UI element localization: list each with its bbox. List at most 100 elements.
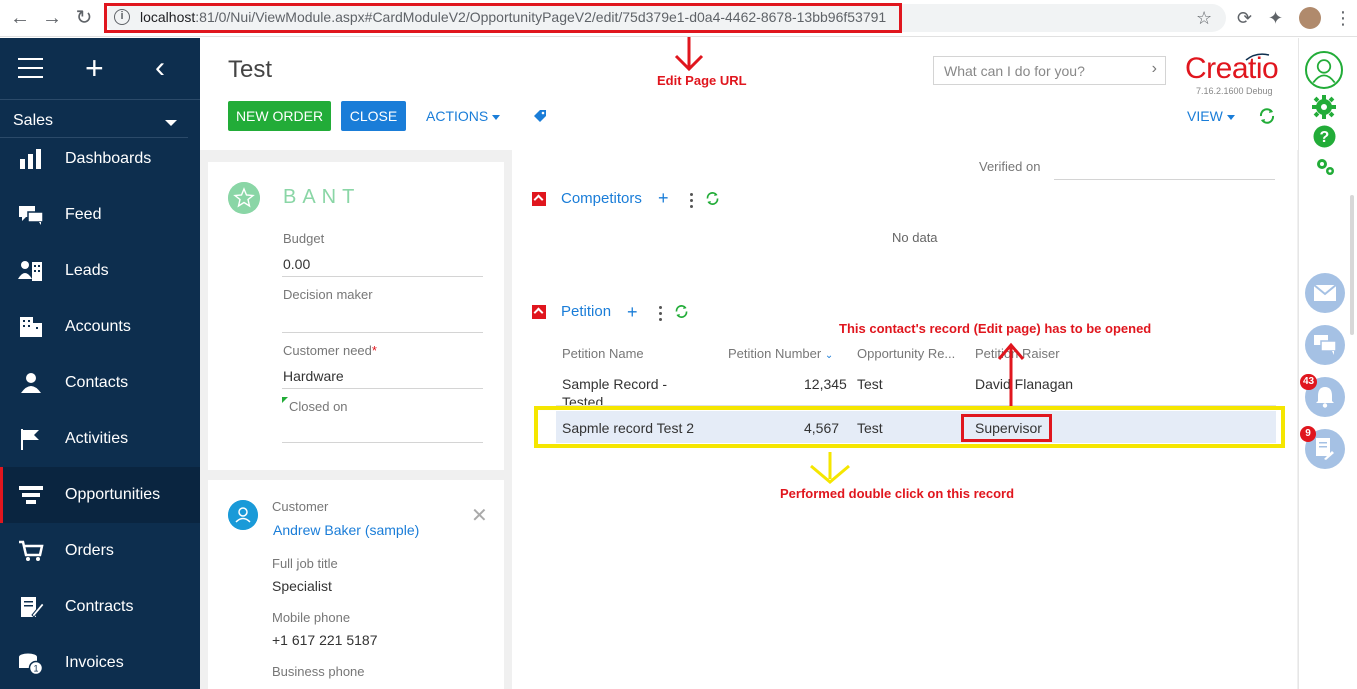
email-button[interactable]: [1305, 273, 1345, 313]
sidebar-item-opportunities[interactable]: Opportunities: [0, 467, 200, 523]
profile-icon[interactable]: [1305, 51, 1343, 89]
sidebar: + ‹ Sales Dashboards Feed Leads Accounts…: [0, 38, 200, 689]
customer-need-underline: [282, 388, 483, 389]
scrollbar[interactable]: [1350, 195, 1354, 335]
dashboards-icon: [20, 149, 41, 169]
customer-need-label-text: Customer need: [283, 343, 372, 358]
sidebar-item-feed[interactable]: Feed: [0, 187, 200, 243]
workplace-label: Sales: [13, 112, 54, 129]
arrow-down-annotation-icon: [674, 37, 704, 72]
refresh-icon[interactable]: [674, 304, 689, 319]
sidebar-item-contacts[interactable]: Contacts: [0, 355, 200, 411]
close-button[interactable]: CLOSE: [341, 101, 406, 131]
sidebar-item-label: Accounts: [65, 318, 131, 335]
tag-icon[interactable]: [533, 109, 547, 123]
plus-icon[interactable]: +: [85, 50, 104, 86]
accounts-icon: [20, 317, 42, 337]
sync-icon[interactable]: ⟳: [1237, 8, 1252, 29]
sidebar-item-dashboards[interactable]: Dashboards: [0, 131, 200, 187]
command-search[interactable]: What can I do for you? ›: [933, 56, 1166, 85]
sidebar-item-label: Activities: [65, 430, 129, 447]
budget-field[interactable]: 0.00: [283, 256, 310, 272]
sidebar-item-orders[interactable]: Orders: [0, 523, 200, 579]
sidebar-item-contracts[interactable]: Contracts: [0, 579, 200, 635]
sidebar-item-invoices[interactable]: 1 Invoices: [0, 635, 200, 689]
decision-maker-field[interactable]: [282, 332, 483, 333]
competitors-title[interactable]: Competitors: [561, 190, 642, 207]
sidebar-item-activities[interactable]: Activities: [0, 411, 200, 467]
table-row-name[interactable]: Sample Record -: [562, 376, 667, 392]
collapse-icon[interactable]: [532, 305, 546, 319]
no-data-text: No data: [892, 230, 938, 245]
sidebar-item-leads[interactable]: Leads: [0, 243, 200, 299]
system-settings-icon[interactable]: [1314, 156, 1336, 176]
actions-label: ACTIONS: [426, 108, 489, 124]
verified-on-label: Verified on: [979, 159, 1041, 174]
bookmark-star-icon[interactable]: ☆: [1196, 8, 1212, 29]
version-label: 7.16.2.1600 Debug: [1196, 86, 1273, 96]
tasks-icon: [1316, 438, 1334, 460]
sidebar-item-label: Orders: [65, 542, 114, 559]
chat-button[interactable]: [1305, 325, 1345, 365]
sidebar-item-label: Feed: [65, 206, 102, 223]
actions-button[interactable]: ACTIONS: [426, 108, 501, 124]
budget-label: Budget: [283, 231, 325, 246]
view-label: VIEW: [1187, 108, 1223, 124]
add-icon[interactable]: +: [658, 189, 669, 207]
customer-need-label: Customer need*: [283, 343, 377, 358]
close-icon[interactable]: ✕: [471, 506, 488, 526]
refresh-icon[interactable]: [1258, 107, 1276, 125]
add-icon[interactable]: +: [627, 303, 638, 321]
chevron-down-icon: [1226, 114, 1235, 120]
new-order-button[interactable]: NEW ORDER: [228, 101, 331, 131]
bell-icon: [1316, 387, 1334, 408]
kebab-menu-icon[interactable]: [690, 193, 693, 211]
svg-text:1: 1: [34, 664, 39, 674]
chevron-right-icon[interactable]: ›: [1152, 60, 1157, 78]
reload-icon[interactable]: ↻: [72, 6, 96, 30]
forward-arrow-icon[interactable]: →: [40, 6, 64, 30]
page-title: Test: [228, 56, 273, 83]
gear-icon[interactable]: [1312, 95, 1336, 119]
mobile-phone-label: Mobile phone: [272, 610, 351, 625]
customer-link[interactable]: Andrew Baker (sample): [273, 522, 419, 538]
flag-icon: [21, 429, 39, 450]
sort-desc-icon: ⌄: [824, 350, 834, 361]
chevron-left-icon[interactable]: ‹: [155, 53, 165, 83]
customer-need-field[interactable]: Hardware: [283, 368, 344, 384]
sidebar-item-label: Dashboards: [65, 150, 152, 167]
view-button[interactable]: VIEW: [1187, 108, 1235, 124]
arrow-down-annotation-icon: [810, 452, 850, 484]
table-row-opportunity-link[interactable]: Test: [857, 376, 883, 392]
back-arrow-icon[interactable]: ←: [8, 6, 32, 30]
customer-label: Customer: [272, 499, 329, 514]
collapse-icon[interactable]: [532, 192, 546, 206]
closed-on-field[interactable]: [282, 442, 483, 443]
sidebar-item-label: Invoices: [65, 654, 124, 671]
email-icon: [1314, 285, 1336, 301]
column-header-petition-name[interactable]: Petition Name: [562, 346, 644, 361]
feed-icon: [19, 206, 44, 225]
column-header-petition-number[interactable]: Petition Number ⌄: [728, 346, 833, 361]
hamburger-icon[interactable]: [18, 58, 43, 78]
verified-on-field[interactable]: [1054, 179, 1275, 180]
avatar[interactable]: [1299, 7, 1321, 29]
logo-swoosh-icon: [1245, 53, 1270, 61]
sidebar-item-accounts[interactable]: Accounts: [0, 299, 200, 355]
extensions-icon[interactable]: ✦: [1268, 8, 1283, 29]
funnel-icon: [19, 486, 43, 504]
annotation-edit-url: Edit Page URL: [657, 73, 747, 88]
menu-icon[interactable]: ⋮: [1334, 8, 1352, 29]
contract-icon: [21, 597, 44, 618]
help-icon[interactable]: ?: [1313, 125, 1336, 148]
table-row-number: 12,345: [804, 376, 847, 392]
petition-title[interactable]: Petition: [561, 303, 611, 320]
sidebar-item-label: Leads: [65, 262, 109, 279]
job-title-label: Full job title: [272, 556, 338, 571]
bant-title: BANT: [283, 186, 361, 208]
kebab-menu-icon[interactable]: [659, 306, 662, 324]
column-header-opportunity[interactable]: Opportunity Re...: [857, 346, 955, 361]
refresh-icon[interactable]: [705, 191, 720, 206]
notifications-count-badge: 43: [1300, 374, 1318, 390]
sidebar-item-label: Contacts: [65, 374, 129, 391]
